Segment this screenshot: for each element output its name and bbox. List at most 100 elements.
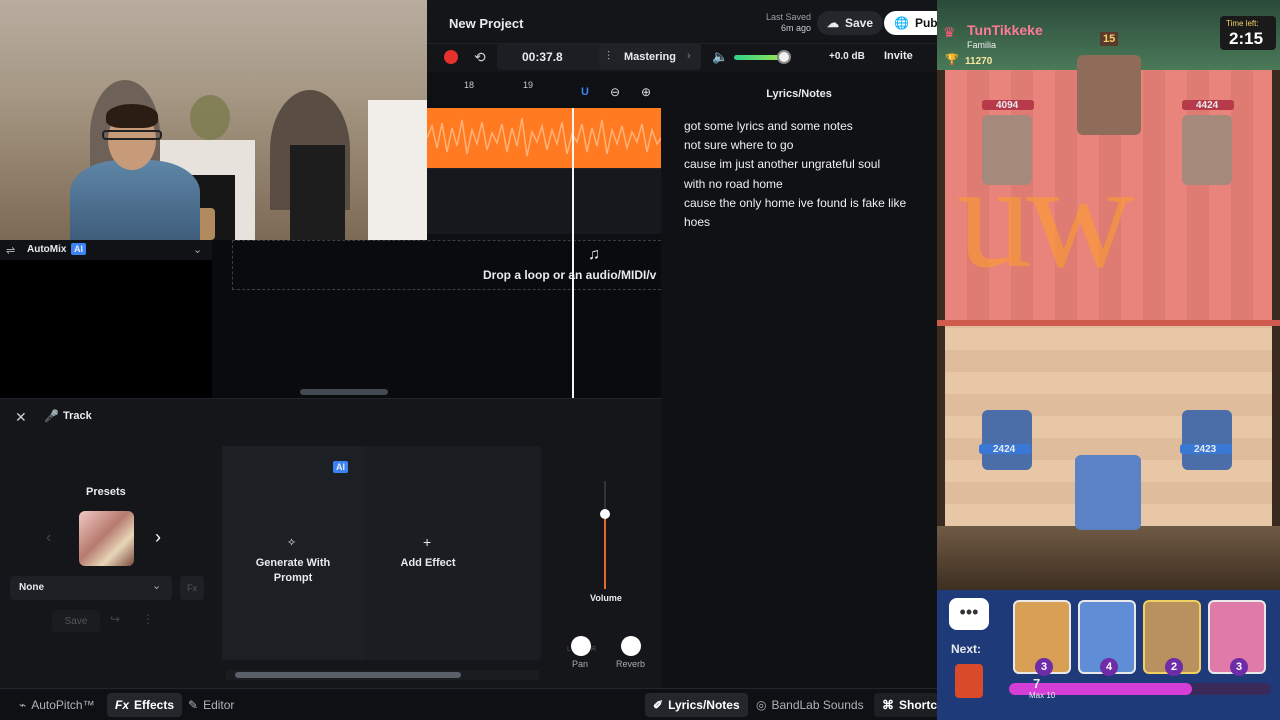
- cloud-icon: ☁: [827, 16, 839, 30]
- invite-button[interactable]: Invite: [884, 50, 913, 62]
- preset-select[interactable]: None ⌄: [10, 576, 172, 600]
- hand-card[interactable]: 3: [1013, 600, 1071, 676]
- timeline-ruler[interactable]: 18 19 U ⊖ ⊕: [427, 72, 661, 106]
- own-right-hp: 2423: [1180, 444, 1232, 455]
- track-panel: ✕ 🎤 Track Presets ‹ › None ⌄ Fx Save ↪ ⋮…: [0, 398, 661, 688]
- hand-card[interactable]: 3: [1208, 600, 1266, 676]
- ai-badge: AI: [333, 461, 348, 473]
- fx-icon: Fx: [115, 698, 130, 712]
- project-title[interactable]: New Project: [449, 16, 523, 31]
- enemy-princess-tower-left: [982, 115, 1032, 185]
- project-header: New Project Last Saved 6m ago ☁ Save 🌐 P…: [427, 0, 944, 44]
- volume-fader[interactable]: [590, 481, 620, 589]
- crown-icon: ♛: [943, 24, 956, 40]
- hand-card[interactable]: 4: [1078, 600, 1136, 676]
- reverb-label: Reverb: [616, 659, 646, 669]
- ruler-mark: 19: [523, 80, 534, 90]
- automix-label[interactable]: AutoMix: [27, 244, 66, 255]
- clan-name: Familia: [967, 40, 997, 50]
- drop-zone[interactable]: ♫ Drop a loop or an audio/MIDI/v: [232, 240, 661, 290]
- timeline-scrollbar[interactable]: [300, 389, 388, 395]
- playhead[interactable]: [572, 108, 574, 398]
- pan-knob[interactable]: [571, 636, 591, 656]
- own-king-tower: [1075, 455, 1141, 530]
- close-icon[interactable]: ✕: [15, 409, 27, 426]
- enemy-right-hp: 4424: [1182, 100, 1234, 111]
- trophy-count: 11270: [965, 56, 993, 67]
- trophy-icon: 🏆: [945, 54, 959, 66]
- fx-button[interactable]: Fx: [180, 576, 204, 600]
- sounds-icon: ◎: [756, 698, 767, 712]
- enemy-left-hp: 4094: [982, 100, 1034, 111]
- sparkle-icon: ✧: [287, 537, 297, 549]
- pen-icon: ✐: [653, 698, 664, 712]
- chevron-down-icon[interactable]: ⌄: [193, 243, 202, 256]
- plus-icon: +: [423, 534, 432, 550]
- king-level: 15: [1100, 32, 1119, 46]
- master-volume-thumb[interactable]: [777, 50, 791, 64]
- lyrics-title: Lyrics/Notes: [766, 88, 832, 100]
- next-label: Next:: [951, 642, 982, 656]
- own-princess-tower-right: [1182, 410, 1232, 470]
- chevron-left-icon[interactable]: ‹: [46, 529, 51, 547]
- tab-editor[interactable]: ✎ Editor: [188, 689, 234, 720]
- save-preset-button[interactable]: Save: [52, 610, 100, 632]
- volume-label: Volume: [590, 593, 622, 603]
- tab-autopitch[interactable]: ⌁ AutoPitch™: [19, 689, 95, 720]
- more-icon[interactable]: ⋮: [142, 612, 154, 626]
- lyrics-panel[interactable]: Lyrics/Notes got some lyrics and some no…: [661, 72, 937, 688]
- enemy-king-tower: [1077, 55, 1141, 135]
- chevron-right-icon: ›: [687, 50, 691, 62]
- audio-region[interactable]: [426, 108, 662, 168]
- tab-effects[interactable]: Fx Effects: [107, 693, 183, 717]
- own-left-hp: 2424: [979, 444, 1031, 455]
- save-button[interactable]: ☁ Save: [817, 11, 884, 35]
- record-button[interactable]: [444, 50, 458, 64]
- lyrics-line[interactable]: not sure where to go: [684, 138, 793, 152]
- music-note-icon: ♫: [588, 246, 600, 263]
- preset-thumbnail[interactable]: [79, 511, 134, 566]
- generate-with-prompt-card[interactable]: AI ✧ Generate With Prompt: [222, 446, 364, 660]
- chat-icon[interactable]: •••: [949, 598, 989, 630]
- lyrics-line[interactable]: with no road home: [684, 177, 783, 191]
- tab-lyrics-notes[interactable]: ✐ Lyrics/Notes: [645, 693, 748, 717]
- presets-label: Presets: [86, 486, 126, 498]
- volume-fader-thumb[interactable]: [600, 509, 610, 519]
- lyrics-line[interactable]: got some lyrics and some notes: [684, 119, 853, 133]
- lyrics-line[interactable]: cause im just another ungrateful soul: [684, 157, 880, 171]
- waveform: [426, 117, 662, 157]
- bottom-bar: ⌁ AutoPitch™ Fx Effects ✎ Editor ✐ Lyric…: [0, 688, 953, 720]
- loop-icon[interactable]: ⟲: [474, 49, 486, 66]
- add-effect-card[interactable]: + Add Effect: [364, 446, 492, 660]
- next-card: [955, 664, 983, 698]
- speaker-icon[interactable]: 🔈: [712, 49, 728, 65]
- share-icon[interactable]: ↪: [110, 612, 120, 626]
- chevron-down-icon: ⌄: [152, 580, 162, 592]
- sliders-icon: ⫶: [607, 49, 611, 63]
- globe-icon: 🌐: [894, 16, 909, 30]
- mastering-button[interactable]: ⫶ Mastering ›: [599, 44, 701, 70]
- zoom-in-icon[interactable]: ⊕: [641, 85, 651, 99]
- publish-button[interactable]: 🌐 Publi: [884, 11, 944, 35]
- zoom-out-icon[interactable]: ⊖: [610, 85, 620, 99]
- pan-left-label: L: [567, 646, 571, 653]
- ruler-mark: 18: [464, 80, 475, 90]
- empty-track-lane[interactable]: [427, 168, 661, 234]
- tab-bandlab-sounds[interactable]: ◎ BandLab Sounds: [756, 689, 864, 720]
- elixir-max: Max 10: [1029, 691, 1056, 700]
- last-saved-label: Last Saved: [765, 12, 811, 22]
- lyrics-line[interactable]: hoes: [684, 215, 710, 229]
- lyrics-line[interactable]: cause the only home ive found is fake li…: [684, 196, 906, 210]
- hand-card[interactable]: 2: [1143, 600, 1201, 676]
- reverb-knob[interactable]: [621, 636, 641, 656]
- player-name: TunTikkeke: [967, 22, 1043, 38]
- transport-bar: ⟲ 00:37.8 ⫶ Mastering › 🔈 +0.0 dB Invite: [427, 44, 937, 72]
- magnet-icon[interactable]: U: [581, 86, 589, 98]
- track-title: Track: [63, 410, 92, 422]
- chevron-right-icon[interactable]: ›: [155, 527, 161, 548]
- microphone-icon: 🎤: [44, 409, 59, 423]
- command-icon: ⌘: [882, 698, 894, 712]
- pencil-icon: ✎: [188, 698, 199, 712]
- track-header-area: ⇌ AutoMix AI ⌄: [0, 240, 212, 398]
- effects-scrollbar[interactable]: [226, 670, 539, 680]
